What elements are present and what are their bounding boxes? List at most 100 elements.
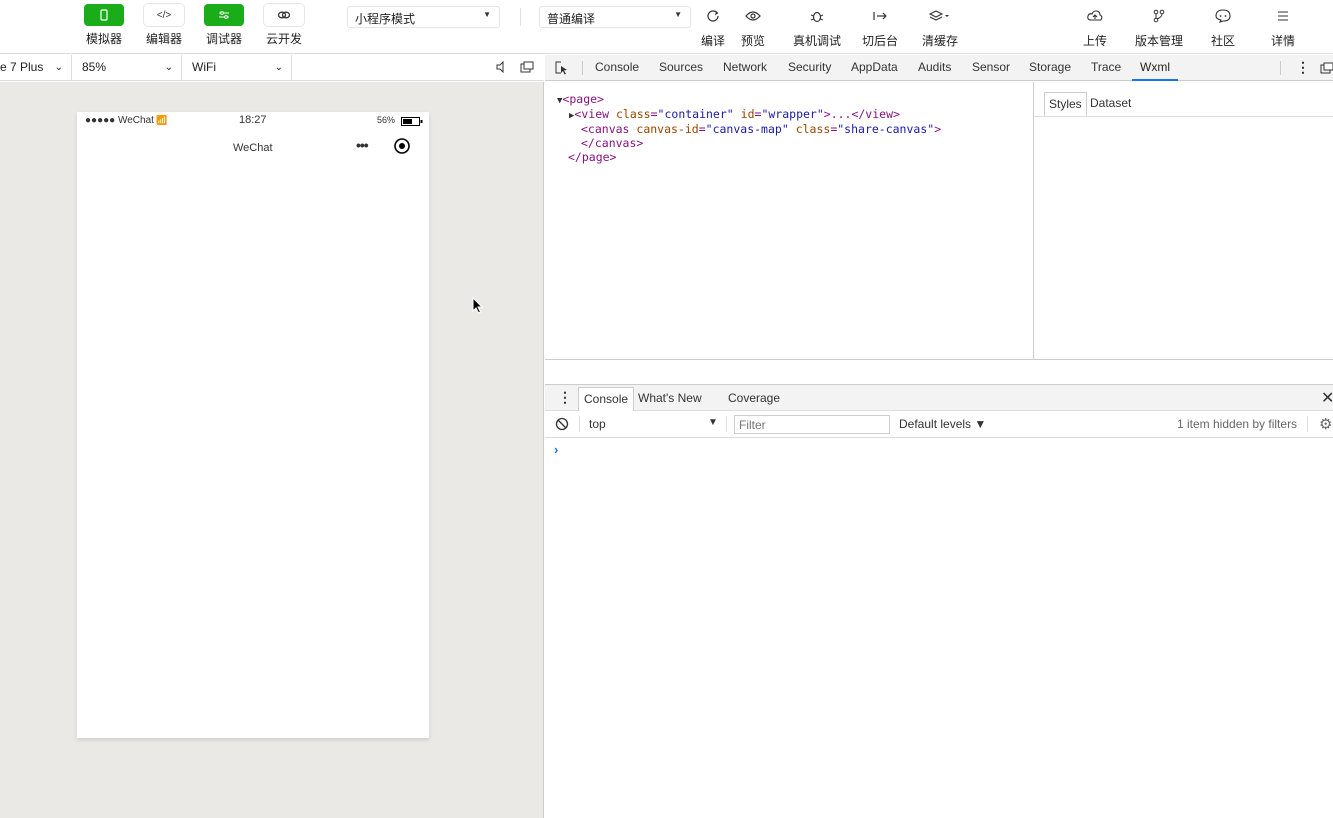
- upload-cloud-icon: [1087, 6, 1103, 26]
- wxml-tag: <page>: [562, 92, 604, 106]
- phone-nav-bar: WeChat •••: [77, 134, 429, 162]
- phone-icon: [84, 4, 124, 26]
- more-vertical-icon[interactable]: ⋮: [1296, 59, 1310, 76]
- network-select[interactable]: WiFi ⌄: [182, 55, 292, 81]
- tab-dataset[interactable]: Dataset: [1086, 92, 1135, 116]
- tab-security[interactable]: Security: [788, 55, 831, 81]
- tab-wxml[interactable]: Wxml: [1132, 55, 1178, 81]
- undock-icon[interactable]: [1320, 62, 1333, 77]
- clear-cache-button[interactable]: 清缓存: [915, 6, 965, 49]
- details-button[interactable]: 详情: [1258, 6, 1308, 49]
- wxml-value: "canvas-map": [705, 122, 789, 136]
- drawer-tab-bar: ⋮ Console What's New Coverage ✕: [545, 384, 1333, 411]
- caret-down-icon: ▼: [708, 417, 718, 428]
- phone-status-bar: ●●●●● WeChat 📶 18:27 56%: [77, 112, 429, 130]
- wxml-node-canvas[interactable]: <canvas canvas-id="canvas-map" class="sh…: [581, 122, 941, 136]
- device-select-value: e 7 Plus: [0, 60, 44, 74]
- community-button[interactable]: 社区: [1198, 6, 1248, 49]
- tab-audits[interactable]: Audits: [918, 55, 951, 81]
- wxml-node-page[interactable]: ▼<page>: [557, 92, 604, 106]
- wxml-attr: id: [740, 107, 755, 121]
- switch-background-button[interactable]: 切后台: [855, 6, 905, 49]
- debug-sliders-icon: [204, 4, 244, 26]
- wxml-tag: >...</view>: [823, 107, 900, 121]
- wxml-attr: class: [615, 107, 651, 121]
- inspect-element-icon[interactable]: [555, 61, 569, 78]
- log-levels-select[interactable]: Default levels ▼: [899, 417, 986, 431]
- tab-styles[interactable]: Styles: [1044, 92, 1087, 116]
- tab-console[interactable]: Console: [595, 55, 639, 81]
- drawer-menu-icon[interactable]: ⋮: [558, 389, 572, 406]
- wxml-eq: =: [698, 122, 706, 136]
- simulator-label: 模拟器: [85, 32, 122, 46]
- wxml-tag: <canvas: [581, 122, 630, 136]
- drawer-tab-whats-new[interactable]: What's New: [638, 387, 702, 411]
- cloud-dev-button[interactable]: 云开发: [256, 4, 312, 47]
- switch-background-label: 切后台: [861, 34, 898, 48]
- tab-trace[interactable]: Trace: [1091, 55, 1121, 81]
- tab-network[interactable]: Network: [723, 55, 767, 81]
- preview-button[interactable]: 预览: [728, 6, 778, 49]
- chevron-down-icon: ⌄: [54, 62, 63, 73]
- debugger-toggle-button[interactable]: 调试器: [196, 4, 252, 47]
- toolbar-divider: [520, 8, 521, 26]
- upload-button[interactable]: 上传: [1070, 6, 1120, 49]
- detach-window-icon[interactable]: [520, 61, 534, 76]
- device-select[interactable]: e 7 Plus ⌄: [0, 55, 72, 81]
- upload-label: 上传: [1082, 34, 1107, 48]
- toolbar-divider: [579, 416, 580, 432]
- debugger-label: 调试器: [205, 32, 242, 46]
- details-label: 详情: [1270, 34, 1295, 48]
- compile-select[interactable]: 普通编译 ▼: [539, 6, 691, 28]
- console-output[interactable]: ›: [545, 438, 1333, 818]
- devtools-tab-bar: Console Sources Network Security AppData…: [545, 55, 1333, 81]
- close-drawer-icon[interactable]: ✕: [1321, 388, 1333, 408]
- preview-label: 预览: [740, 34, 765, 48]
- close-capsule-icon[interactable]: [393, 137, 411, 158]
- styles-tab-bar: Styles Dataset: [1034, 82, 1333, 117]
- settings-gear-icon[interactable]: ⚙: [1319, 415, 1332, 433]
- tab-appdata[interactable]: AppData: [851, 55, 898, 81]
- context-select[interactable]: top ▼: [581, 413, 723, 435]
- tab-sources[interactable]: Sources: [659, 55, 703, 81]
- wxml-close-page[interactable]: </page>: [568, 150, 616, 164]
- code-icon: </>: [144, 4, 184, 26]
- drawer-resizer[interactable]: [545, 359, 1333, 384]
- carrier-label: ●●●●● WeChat: [85, 115, 154, 126]
- context-select-value: top: [589, 417, 606, 431]
- drawer-tab-coverage[interactable]: Coverage: [728, 387, 780, 411]
- mode-select[interactable]: 小程序模式 ▼: [347, 6, 500, 28]
- real-device-debug-button[interactable]: 真机调试: [792, 6, 842, 49]
- console-filter-input[interactable]: [734, 415, 890, 434]
- version-control-button[interactable]: 版本管理: [1134, 6, 1184, 49]
- drawer-tab-console[interactable]: Console: [578, 387, 635, 411]
- simulator-canvas: ●●●●● WeChat 📶 18:27 56% WeChat •••: [0, 82, 544, 818]
- wxml-close-canvas[interactable]: </canvas>: [581, 136, 643, 150]
- zoom-select-value: 85%: [82, 60, 107, 74]
- console-toolbar: top ▼ Default levels ▼ 1 item hidden by …: [545, 411, 1333, 438]
- compile-label: 编译: [700, 34, 725, 48]
- more-options-icon[interactable]: •••: [356, 137, 369, 153]
- community-label: 社区: [1210, 34, 1235, 48]
- cloud-dev-label: 云开发: [265, 32, 302, 46]
- editor-toggle-button[interactable]: </> 编辑器: [136, 4, 192, 47]
- wxml-value: "container": [657, 107, 734, 121]
- wxml-value: "share-canvas": [837, 122, 935, 136]
- layers-icon: [929, 6, 951, 26]
- clear-cache-label: 清缓存: [921, 34, 958, 48]
- network-select-value: WiFi: [192, 60, 216, 74]
- clear-console-icon[interactable]: [555, 417, 569, 434]
- simulator-toggle-button[interactable]: 模拟器: [76, 4, 132, 47]
- phone-screen: ●●●●● WeChat 📶 18:27 56% WeChat •••: [77, 112, 429, 738]
- branch-icon: [1153, 6, 1165, 26]
- real-device-debug-label: 真机调试: [792, 34, 841, 48]
- zoom-select[interactable]: 85% ⌄: [72, 55, 182, 81]
- speaker-icon[interactable]: [495, 60, 507, 76]
- wxml-value: "wrapper": [761, 107, 824, 121]
- chevron-down-icon: ⌄: [274, 62, 283, 73]
- mouse-cursor-icon: [472, 296, 484, 320]
- tab-sensor[interactable]: Sensor: [972, 55, 1010, 81]
- wxml-node-view[interactable]: ▶<view class="container" id="wrapper">..…: [569, 107, 900, 121]
- tab-storage[interactable]: Storage: [1029, 55, 1071, 81]
- styles-sidebar: Styles Dataset: [1033, 82, 1333, 359]
